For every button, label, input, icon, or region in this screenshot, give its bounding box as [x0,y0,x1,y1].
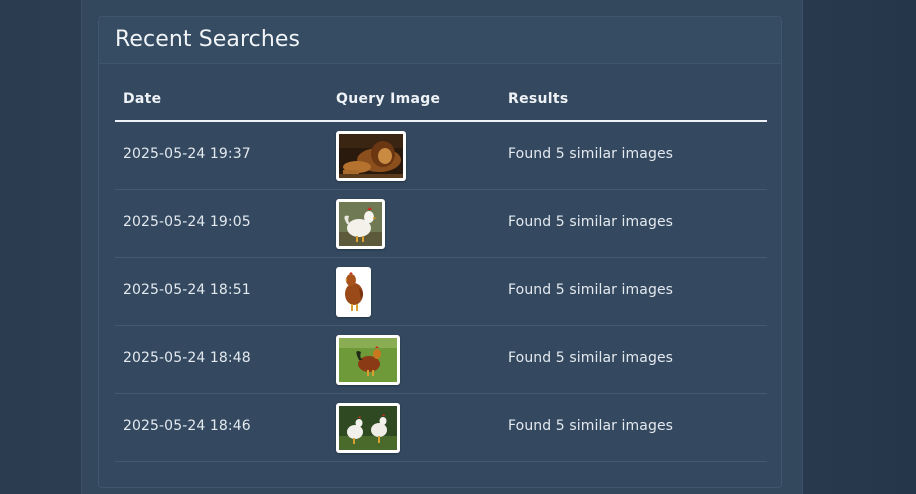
search-date: 2025-05-24 18:51 [123,282,251,298]
search-results-summary: Found 5 similar images [508,350,674,366]
query-image-thumbnail[interactable] [336,403,400,453]
two-white-chickens-photo [339,406,397,450]
search-results-summary: Found 5 similar images [508,146,674,162]
rooster-on-grass-photo [339,338,397,382]
search-results-summary: Found 5 similar images [508,282,674,298]
query-image-thumbnail[interactable] [336,131,406,181]
query-image-thumbnail[interactable] [336,335,400,385]
search-date: 2025-05-24 18:46 [123,418,251,434]
table-row[interactable]: 2025-05-24 18:51 Found 5 similar images [115,258,767,326]
search-results-summary: Found 5 similar images [508,214,674,230]
table-row[interactable]: 2025-05-24 18:48 Found 5 similar images [115,326,767,394]
search-date: 2025-05-24 19:37 [123,146,251,162]
brown-hen-photo [339,270,368,314]
card-header: Recent Searches [99,17,781,64]
column-header-results: Results [508,91,569,107]
column-header-date: Date [123,91,162,107]
lion-photo [339,134,403,178]
page-title: Recent Searches [115,27,301,52]
search-date: 2025-05-24 18:48 [123,350,251,366]
recent-searches-card: Recent Searches Date Query Image Results… [98,16,782,488]
table-row[interactable]: 2025-05-24 19:37 Found 5 similar images [115,122,767,190]
table-header: Date Query Image Results [115,77,767,122]
table-row[interactable]: 2025-05-24 19:05 Found 5 similar images [115,190,767,258]
search-results-summary: Found 5 similar images [508,418,674,434]
column-header-query-image: Query Image [336,91,441,107]
query-image-thumbnail[interactable] [336,199,385,249]
table-row[interactable]: 2025-05-24 18:46 Found 5 similar images [115,394,767,462]
search-date: 2025-05-24 19:05 [123,214,251,230]
query-image-thumbnail[interactable] [336,267,371,317]
recent-searches-table: Date Query Image Results 2025-05-24 19:3… [115,77,767,462]
white-rooster-photo [339,202,382,246]
